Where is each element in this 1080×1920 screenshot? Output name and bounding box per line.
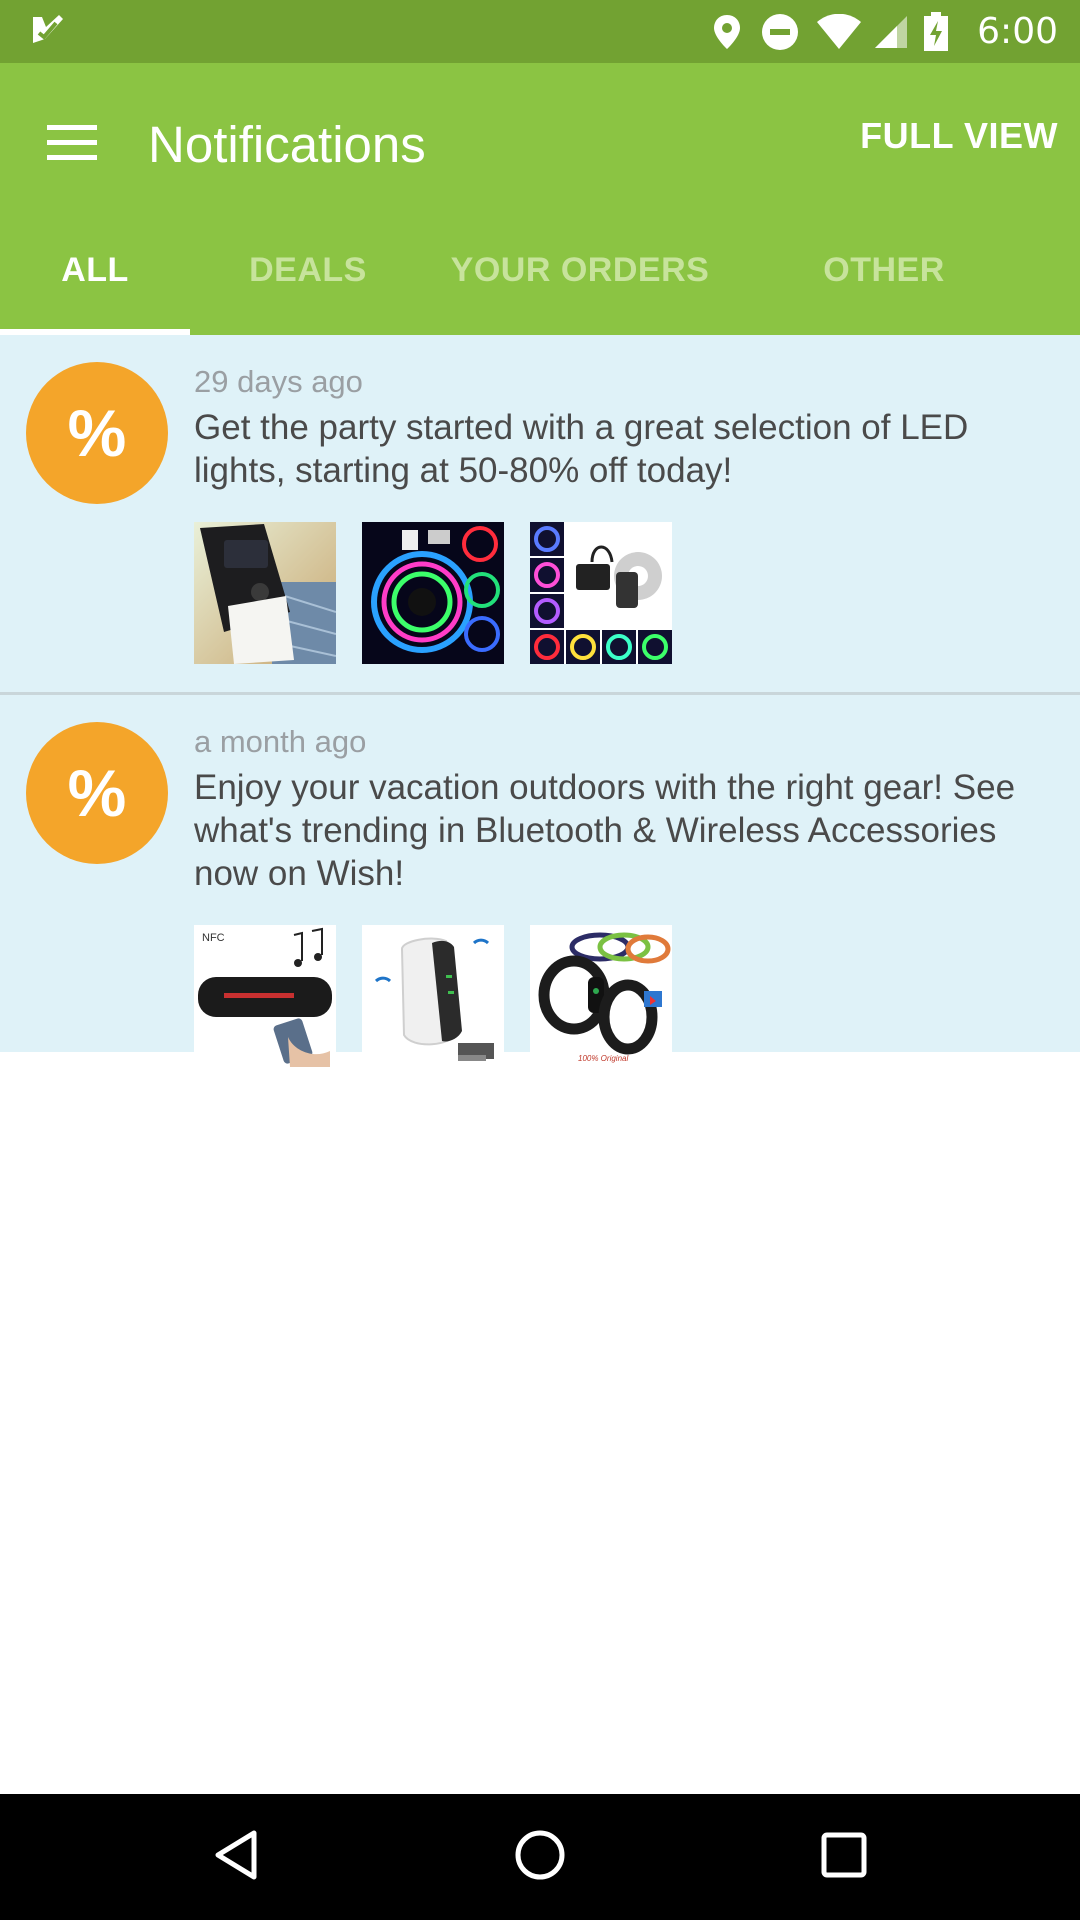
tab-bar: ALL DEALS YOUR ORDERS OTHER: [0, 205, 1080, 335]
check-notification-icon: [30, 13, 66, 49]
tab-deals[interactable]: DEALS: [190, 205, 426, 335]
menu-button[interactable]: [32, 105, 112, 185]
home-button[interactable]: [480, 1794, 600, 1920]
notification-body: 29 days ago Get the party started with a…: [194, 363, 1040, 664]
tab-your-orders[interactable]: YOUR ORDERS: [426, 205, 734, 335]
app-bar: Notifications FULL VIEW ALL DEALS YOUR O…: [0, 63, 1080, 335]
rgb-led-strip-reel-image[interactable]: [362, 521, 504, 664]
discount-badge-icon: %: [26, 362, 168, 504]
battery-charging-icon: [913, 0, 959, 63]
back-button[interactable]: [176, 1794, 296, 1920]
wifi-icon: [809, 0, 869, 63]
notification-item[interactable]: % 29 days ago Get the party started with…: [0, 335, 1080, 695]
notification-body: a month ago Enjoy your vacation outdoors…: [194, 723, 1040, 1067]
recent-apps-icon: [820, 1831, 868, 1884]
notification-list: % 29 days ago Get the party started with…: [0, 335, 1080, 1067]
page-title: Notifications: [148, 116, 426, 173]
notification-item[interactable]: % a month ago Enjoy your vacation outdoo…: [0, 695, 1080, 1067]
wifi-extender-image[interactable]: [362, 924, 504, 1067]
notification-text: Enjoy your vacation outdoors with the ri…: [194, 767, 1016, 893]
discount-badge-icon: %: [26, 722, 168, 864]
notification-time: 29 days ago: [194, 364, 363, 399]
status-icons: 6:00: [703, 0, 1058, 63]
status-bar: 6:00: [0, 0, 1080, 63]
original-label: 100% Original: [578, 1054, 628, 1063]
tab-other[interactable]: OTHER: [734, 205, 1034, 335]
tab-all[interactable]: ALL: [0, 205, 190, 335]
recent-apps-button[interactable]: [784, 1794, 904, 1920]
cell-signal-icon: [869, 0, 913, 63]
notification-time: a month ago: [194, 724, 367, 759]
back-icon: [212, 1829, 260, 1886]
nfc-label: NFC: [202, 932, 225, 944]
led-strip-kit-image[interactable]: [530, 521, 672, 664]
solar-wall-light-image[interactable]: [194, 521, 336, 664]
thumbnail-row: NFC 100% Original: [194, 924, 1040, 1067]
full-view-button[interactable]: FULL VIEW: [860, 115, 1058, 157]
fitness-bands-image[interactable]: 100% Original: [530, 924, 672, 1067]
home-icon: [514, 1829, 566, 1886]
bluetooth-speaker-image[interactable]: NFC: [194, 924, 336, 1067]
hamburger-menu-icon: [47, 124, 97, 166]
do-not-disturb-icon: [751, 0, 809, 63]
navigation-bar: [0, 1794, 1080, 1920]
thumbnail-row: [194, 521, 1040, 664]
location-icon: [703, 0, 751, 63]
status-time: 6:00: [977, 11, 1058, 52]
notification-text: Get the party started with a great selec…: [194, 407, 969, 490]
